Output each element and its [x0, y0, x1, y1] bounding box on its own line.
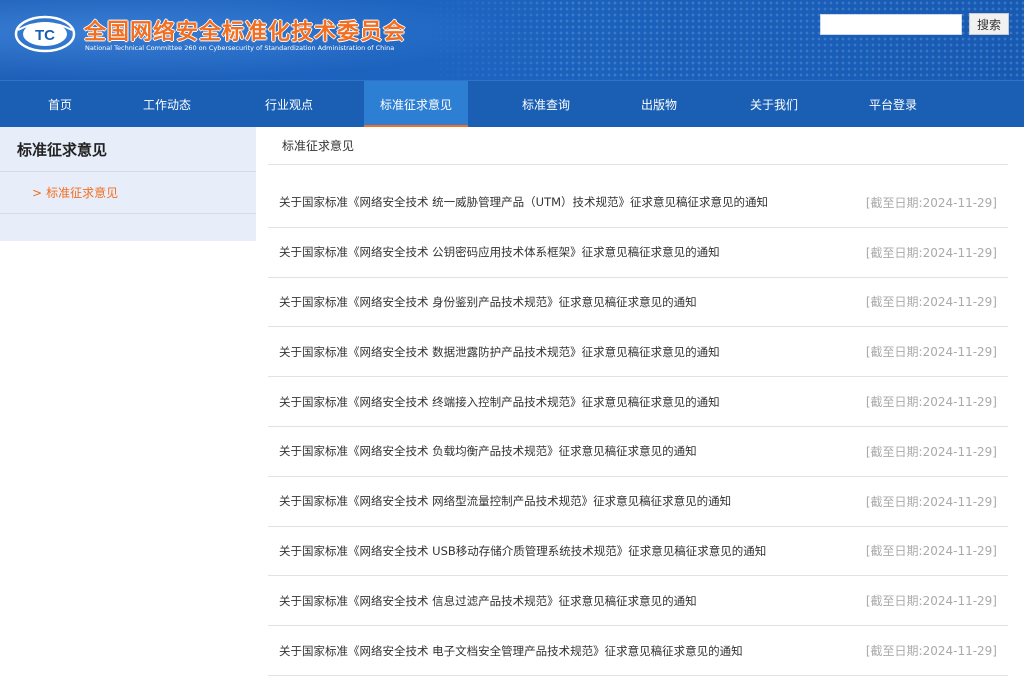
site-subtitle: National Technical Committee 260 on Cybe… [85, 44, 395, 52]
list-item: 关于国家标准《网络安全技术 信息过滤产品技术规范》征求意见稿征求意见的通知 [截… [268, 576, 1008, 627]
tc-logo-icon[interactable]: TC [14, 14, 76, 54]
list-item: 关于国家标准《网络安全技术 统一威胁管理产品（UTM）技术规范》征求意见稿征求意… [268, 178, 1008, 228]
notice-link[interactable]: 关于国家标准《网络安全技术 数据泄露防护产品技术规范》征求意见稿征求意见的通知 [279, 344, 720, 360]
notice-link[interactable]: 关于国家标准《网络安全技术 终端接入控制产品技术规范》征求意见稿征求意见的通知 [279, 394, 720, 410]
content-area: 标准征求意见 > 标准征求意见 标准征求意见 关于国家标准《网络安全技术 统一威… [0, 127, 1024, 680]
chevron-right-icon: > [32, 185, 43, 200]
main-nav: 首页 工作动态 行业观点 标准征求意见 标准查询 出版物 关于我们 平台登录 [0, 80, 1024, 127]
nav-item-platform-login[interactable]: 平台登录 [854, 81, 932, 127]
list-item: 关于国家标准《网络安全技术 负载均衡产品技术规范》征求意见稿征求意见的通知 [截… [268, 427, 1008, 477]
nav-item-home[interactable]: 首页 [0, 81, 120, 127]
notice-link[interactable]: 关于国家标准《网络安全技术 电子文档安全管理产品技术规范》征求意见稿征求意见的通… [279, 643, 743, 659]
nav-item-work-news[interactable]: 工作动态 [120, 81, 214, 127]
world-map-background [420, 0, 1024, 80]
notice-link[interactable]: 关于国家标准《网络安全技术 USB移动存储介质管理系统技术规范》征求意见稿征求意… [279, 543, 766, 559]
nav-item-standard-query[interactable]: 标准查询 [468, 81, 624, 127]
notice-link[interactable]: 关于国家标准《网络安全技术 网络型流量控制产品技术规范》征求意见稿征求意见的通知 [279, 493, 731, 509]
deadline-date: [截至日期:2024-11-29] [865, 395, 997, 410]
deadline-date: [截至日期:2024-11-29] [865, 494, 997, 509]
deadline-date: [截至日期:2024-11-29] [865, 195, 997, 210]
breadcrumb: 标准征求意见 [268, 127, 1008, 165]
sidebar-item-standard-comments[interactable]: > 标准征求意见 [0, 172, 256, 214]
list-item: 关于国家标准《网络安全技术 USB移动存储介质管理系统技术规范》征求意见稿征求意… [268, 527, 1008, 577]
notice-link[interactable]: 关于国家标准《网络安全技术 信息过滤产品技术规范》征求意见稿征求意见的通知 [279, 593, 697, 609]
notice-link[interactable]: 关于国家标准《网络安全技术 负载均衡产品技术规范》征求意见稿征求意见的通知 [279, 443, 697, 459]
site-title: 全国网络安全标准化技术委员会 [84, 20, 407, 45]
search-input[interactable] [820, 14, 962, 35]
deadline-date: [截至日期:2024-11-29] [865, 295, 997, 310]
nav-item-publications[interactable]: 出版物 [624, 81, 694, 127]
nav-item-industry-views[interactable]: 行业观点 [214, 81, 364, 127]
notice-link[interactable]: 关于国家标准《网络安全技术 统一威胁管理产品（UTM）技术规范》征求意见稿征求意… [279, 194, 768, 210]
list-item: 关于国家标准《网络安全技术 身份鉴别产品技术规范》征求意见稿征求意见的通知 [截… [268, 278, 1008, 328]
list-item: 关于国家标准《网络安全技术 公钥密码应用技术体系框架》征求意见稿征求意见的通知 … [268, 228, 1008, 278]
nav-item-about-us[interactable]: 关于我们 [694, 81, 854, 127]
main-content: 标准征求意见 关于国家标准《网络安全技术 统一威胁管理产品（UTM）技术规范》征… [268, 127, 1008, 676]
deadline-date: [截至日期:2024-11-29] [865, 345, 997, 360]
deadline-date: [截至日期:2024-11-29] [865, 594, 997, 609]
sidebar-item-label: 标准征求意见 [46, 186, 119, 200]
sidebar: 标准征求意见 > 标准征求意见 [0, 127, 256, 241]
list-item: 关于国家标准《网络安全技术 数据泄露防护产品技术规范》征求意见稿征求意见的通知 … [268, 327, 1008, 378]
notice-link[interactable]: 关于国家标准《网络安全技术 身份鉴别产品技术规范》征求意见稿征求意见的通知 [279, 294, 697, 310]
deadline-date: [截至日期:2024-11-29] [865, 544, 997, 559]
notice-list: 关于国家标准《网络安全技术 统一威胁管理产品（UTM）技术规范》征求意见稿征求意… [268, 165, 1008, 676]
deadline-date: [截至日期:2024-11-29] [865, 245, 997, 260]
list-item: 关于国家标准《网络安全技术 电子文档安全管理产品技术规范》征求意见稿征求意见的通… [268, 626, 1008, 676]
list-item: 关于国家标准《网络安全技术 网络型流量控制产品技术规范》征求意见稿征求意见的通知… [268, 477, 1008, 527]
deadline-date: [截至日期:2024-11-29] [865, 444, 997, 459]
site-header: TC 全国网络安全标准化技术委员会 National Technical Com… [0, 0, 1024, 80]
nav-item-standard-comments[interactable]: 标准征求意见 [364, 81, 468, 127]
notice-link[interactable]: 关于国家标准《网络安全技术 公钥密码应用技术体系框架》征求意见稿征求意见的通知 [279, 244, 720, 260]
search-button[interactable]: 搜索 [969, 13, 1009, 35]
deadline-date: [截至日期:2024-11-29] [865, 644, 997, 659]
list-item: 关于国家标准《网络安全技术 终端接入控制产品技术规范》征求意见稿征求意见的通知 … [268, 377, 1008, 427]
sidebar-title: 标准征求意见 [0, 127, 256, 172]
logo-text: TC [35, 27, 55, 44]
